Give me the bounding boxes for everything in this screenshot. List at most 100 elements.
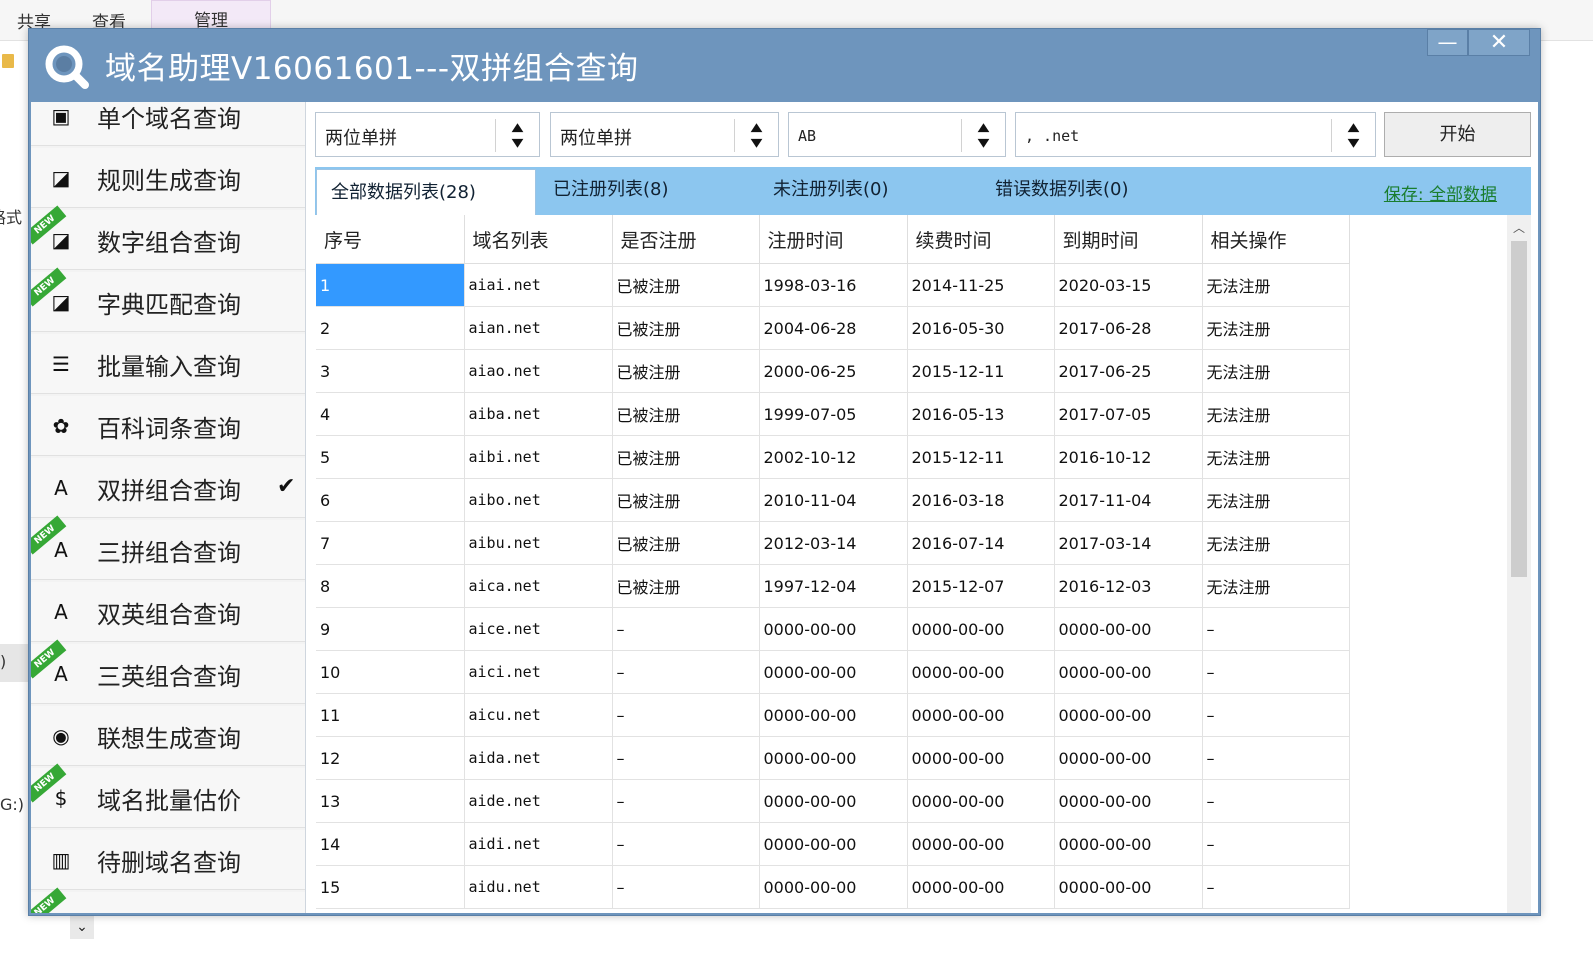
sidebar-item-11[interactable]: NEW $ 域名批量估价: [31, 763, 305, 828]
table-cell[interactable]: 已被注册: [612, 263, 760, 307]
table-cell[interactable]: 0000-00-00: [907, 607, 1055, 651]
table-cell[interactable]: 无法注册: [1202, 478, 1350, 522]
table-cell[interactable]: 14: [316, 822, 465, 866]
table-cell[interactable]: aian.net: [464, 306, 613, 350]
table-cell[interactable]: –: [1202, 736, 1350, 780]
table-cell[interactable]: 2017-06-28: [1054, 306, 1203, 350]
table-cell[interactable]: 2016-10-12: [1054, 435, 1203, 479]
table-cell[interactable]: aida.net: [464, 736, 613, 780]
table-cell[interactable]: –: [612, 822, 760, 866]
table-row[interactable]: 6 aibo.net 已被注册 2010-11-04 2016-03-18 2017-11…: [316, 478, 1350, 522]
tab-registered[interactable]: 已注册列表(8): [553, 167, 669, 215]
table-cell[interactable]: 2017-06-25: [1054, 349, 1203, 393]
table-row[interactable]: 12 aida.net –0000-00-00 0000-00-00 0000-00-0…: [316, 736, 1350, 780]
column-header[interactable]: 是否注册: [612, 215, 760, 264]
table-cell[interactable]: 2012-03-14: [759, 521, 908, 565]
chevron-down-icon[interactable]: ⌄: [70, 915, 94, 939]
column-header[interactable]: 序号: [316, 215, 465, 264]
table-cell[interactable]: 13: [316, 779, 465, 823]
table-row[interactable]: 15 aidu.net –0000-00-00 0000-00-00 0000-00-0…: [316, 865, 1350, 909]
table-cell[interactable]: 2017-11-04: [1054, 478, 1203, 522]
sidebar-item-7[interactable]: NEW A 三拼组合查询: [31, 515, 305, 580]
table-cell[interactable]: 12: [316, 736, 465, 780]
table-row[interactable]: 10 aici.net –0000-00-00 0000-00-00 0000-00-0…: [316, 650, 1350, 694]
table-cell[interactable]: 已被注册: [612, 564, 760, 608]
table-cell[interactable]: –: [612, 693, 760, 737]
table-cell[interactable]: 0000-00-00: [1054, 607, 1203, 651]
table-cell[interactable]: 0000-00-00: [907, 693, 1055, 737]
up-down-arrows-icon[interactable]: [495, 119, 539, 152]
table-cell[interactable]: –: [612, 779, 760, 823]
table-cell[interactable]: 0000-00-00: [1054, 865, 1203, 909]
tab-all-data[interactable]: 全部数据列表(28): [316, 169, 536, 216]
table-cell[interactable]: 2015-12-11: [907, 435, 1055, 479]
table-cell[interactable]: 无法注册: [1202, 306, 1350, 350]
column-header[interactable]: 域名列表: [464, 215, 613, 264]
sidebar-item-5[interactable]: ✿ 百科词条查询: [31, 396, 305, 456]
table-cell[interactable]: 0000-00-00: [759, 607, 908, 651]
sidebar-item-1[interactable]: ◪ 规则生成查询: [31, 148, 305, 208]
sidebar-item-12[interactable]: ▥ 待删域名查询: [31, 830, 305, 890]
table-cell[interactable]: 3: [316, 349, 465, 393]
table-cell[interactable]: –: [612, 865, 760, 909]
table-cell[interactable]: 0000-00-00: [759, 736, 908, 780]
table-cell[interactable]: aidu.net: [464, 865, 613, 909]
sidebar-item-4[interactable]: ☰ 批量输入查询: [31, 334, 305, 394]
table-cell[interactable]: aibi.net: [464, 435, 613, 479]
table-cell[interactable]: aica.net: [464, 564, 613, 608]
table-row[interactable]: 1 aiai.net 已被注册 1998-03-16 2014-11-25 2020-03…: [316, 263, 1350, 307]
table-cell[interactable]: 无法注册: [1202, 564, 1350, 608]
table-cell[interactable]: 已被注册: [612, 435, 760, 479]
suffix-select[interactable]: , .net: [1015, 112, 1376, 157]
column-header[interactable]: 续费时间: [907, 215, 1055, 264]
table-cell[interactable]: 0000-00-00: [907, 736, 1055, 780]
sidebar-item-6[interactable]: A 双拼组合查询 ✔: [31, 458, 305, 518]
up-down-arrows-icon[interactable]: [961, 119, 1005, 152]
table-cell[interactable]: 无法注册: [1202, 435, 1350, 479]
table-cell[interactable]: 0000-00-00: [759, 822, 908, 866]
table-cell[interactable]: 2017-03-14: [1054, 521, 1203, 565]
table-cell[interactable]: 2015-12-11: [907, 349, 1055, 393]
up-down-arrows-icon[interactable]: [1331, 119, 1375, 152]
table-cell[interactable]: –: [1202, 693, 1350, 737]
sidebar-item-0[interactable]: ▣ 单个域名查询: [31, 102, 305, 146]
table-row[interactable]: 2 aian.net 已被注册 2004-06-28 2016-05-30 2017-06…: [316, 306, 1350, 350]
table-cell[interactable]: 0000-00-00: [907, 779, 1055, 823]
table-cell[interactable]: 已被注册: [612, 478, 760, 522]
table-cell[interactable]: 1998-03-16: [759, 263, 908, 307]
table-cell[interactable]: 0000-00-00: [759, 865, 908, 909]
table-cell[interactable]: 6: [316, 478, 465, 522]
start-button[interactable]: 开始: [1384, 112, 1531, 157]
vertical-scrollbar[interactable]: ︿: [1507, 215, 1531, 913]
table-cell[interactable]: –: [1202, 865, 1350, 909]
table-cell[interactable]: 4: [316, 392, 465, 436]
table-cell[interactable]: –: [612, 607, 760, 651]
table-cell[interactable]: 0000-00-00: [1054, 736, 1203, 780]
combination-order-select[interactable]: AB: [788, 112, 1006, 157]
table-cell[interactable]: 2016-05-13: [907, 392, 1055, 436]
sidebar-item-8[interactable]: A 双英组合查询: [31, 582, 305, 642]
sidebar-item-2[interactable]: NEW ◪ 数字组合查询: [31, 205, 305, 270]
table-cell[interactable]: 无法注册: [1202, 349, 1350, 393]
table-cell[interactable]: aiao.net: [464, 349, 613, 393]
table-cell[interactable]: 10: [316, 650, 465, 694]
table-cell[interactable]: 2014-11-25: [907, 263, 1055, 307]
syllable-count-select-1[interactable]: 两位单拼: [315, 112, 540, 157]
table-cell[interactable]: –: [1202, 822, 1350, 866]
table-cell[interactable]: 0000-00-00: [907, 822, 1055, 866]
table-cell[interactable]: aiai.net: [464, 263, 613, 307]
table-cell[interactable]: aiba.net: [464, 392, 613, 436]
table-cell[interactable]: 15: [316, 865, 465, 909]
table-cell[interactable]: 11: [316, 693, 465, 737]
syllable-count-select-2[interactable]: 两位单拼: [550, 112, 779, 157]
table-cell[interactable]: aicu.net: [464, 693, 613, 737]
table-cell[interactable]: 8: [316, 564, 465, 608]
table-cell[interactable]: 2016-05-30: [907, 306, 1055, 350]
table-cell[interactable]: 2010-11-04: [759, 478, 908, 522]
table-row[interactable]: 7 aibu.net 已被注册 2012-03-14 2016-07-14 2017-03…: [316, 521, 1350, 565]
up-down-arrows-icon[interactable]: [734, 119, 778, 152]
table-cell[interactable]: aidi.net: [464, 822, 613, 866]
table-cell[interactable]: 0000-00-00: [1054, 822, 1203, 866]
table-row[interactable]: 8 aica.net 已被注册 1997-12-04 2015-12-07 2016-12…: [316, 564, 1350, 608]
table-cell[interactable]: 2016-07-14: [907, 521, 1055, 565]
